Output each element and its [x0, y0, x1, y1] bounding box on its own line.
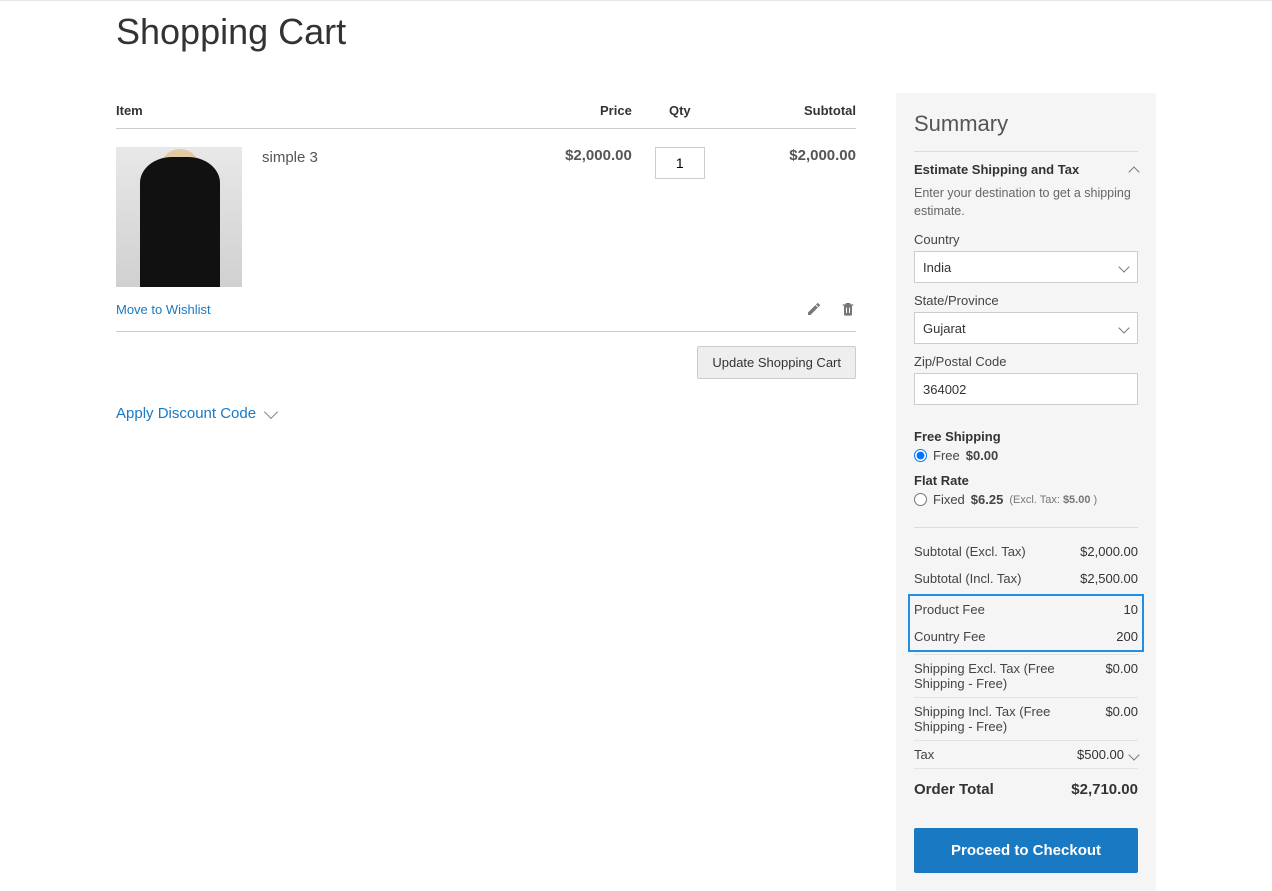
- order-total-label: Order Total: [914, 781, 994, 798]
- summary-title: Summary: [914, 111, 1138, 137]
- chevron-down-icon: [1128, 749, 1139, 760]
- item-price: $2,000.00: [504, 129, 632, 296]
- country-fee-label: Country Fee: [914, 629, 986, 644]
- order-total-value: $2,710.00: [1071, 781, 1138, 798]
- totals-block: Subtotal (Excl. Tax) $2,000.00 Subtotal …: [914, 527, 1138, 810]
- cart-table: Item Price Qty Subtotal simple 3: [116, 93, 856, 295]
- estimate-shipping-label: Estimate Shipping and Tax: [914, 162, 1079, 177]
- subtotal-excl-label: Subtotal (Excl. Tax): [914, 544, 1026, 559]
- page-title: Shopping Cart: [116, 11, 1156, 53]
- zip-input[interactable]: [914, 373, 1138, 405]
- subtotal-incl-label: Subtotal (Incl. Tax): [914, 571, 1021, 586]
- item-subtotal: $2,000.00: [728, 129, 856, 296]
- state-label: State/Province: [914, 293, 1138, 308]
- col-qty: Qty: [632, 93, 728, 129]
- chevron-down-icon: [264, 404, 278, 418]
- product-image[interactable]: [116, 147, 242, 287]
- cart-main: Item Price Qty Subtotal simple 3: [116, 93, 856, 423]
- country-label: Country: [914, 232, 1138, 247]
- proceed-to-checkout-button[interactable]: Proceed to Checkout: [914, 828, 1138, 873]
- free-shipping-radio[interactable]: [914, 449, 927, 462]
- table-row: simple 3 $2,000.00 $2,000.00: [116, 129, 856, 296]
- quantity-input[interactable]: [655, 147, 705, 179]
- apply-discount-label: Apply Discount Code: [116, 405, 256, 422]
- free-shipping-title: Free Shipping: [914, 429, 1138, 444]
- col-item: Item: [116, 93, 504, 129]
- product-name[interactable]: simple 3: [262, 149, 318, 287]
- free-shipping-price: $0.00: [966, 448, 999, 463]
- country-fee-value: 200: [1116, 629, 1138, 644]
- tax-value: $500.00: [1077, 747, 1124, 762]
- flat-rate-price: $6.25: [971, 492, 1004, 507]
- flat-rate-excl-tax: (Excl. Tax: $5.00 ): [1009, 494, 1097, 506]
- ship-excl-value: $0.00: [1105, 661, 1138, 691]
- zip-label: Zip/Postal Code: [914, 354, 1138, 369]
- flat-rate-title: Flat Rate: [914, 473, 1138, 488]
- product-fee-label: Product Fee: [914, 602, 985, 617]
- update-cart-button[interactable]: Update Shopping Cart: [697, 346, 856, 379]
- country-select[interactable]: India: [914, 251, 1138, 283]
- subtotal-incl-value: $2,500.00: [1080, 571, 1138, 586]
- ship-excl-label: Shipping Excl. Tax (Free Shipping - Free…: [914, 661, 1064, 691]
- free-shipping-option[interactable]: Free $0.00: [914, 448, 1138, 463]
- subtotal-excl-value: $2,000.00: [1080, 544, 1138, 559]
- fee-highlight-box: Product Fee 10 Country Fee 200: [908, 594, 1144, 652]
- state-select[interactable]: Gujarat: [914, 312, 1138, 344]
- chevron-up-icon: [1128, 166, 1139, 177]
- col-subtotal: Subtotal: [728, 93, 856, 129]
- tax-row[interactable]: Tax $500.00: [914, 740, 1138, 768]
- move-to-wishlist-link[interactable]: Move to Wishlist: [116, 302, 211, 317]
- tax-label: Tax: [914, 747, 934, 762]
- summary-sidebar: Summary Estimate Shipping and Tax Enter …: [896, 93, 1156, 891]
- estimate-shipping-toggle[interactable]: Estimate Shipping and Tax: [914, 151, 1138, 177]
- edit-icon[interactable]: [806, 301, 822, 317]
- ship-incl-label: Shipping Incl. Tax (Free Shipping - Free…: [914, 704, 1064, 734]
- col-price: Price: [504, 93, 632, 129]
- trash-icon[interactable]: [840, 301, 856, 317]
- apply-discount-toggle[interactable]: Apply Discount Code: [116, 405, 276, 422]
- estimate-description: Enter your destination to get a shipping…: [914, 185, 1138, 220]
- product-fee-value: 10: [1124, 602, 1138, 617]
- ship-incl-value: $0.00: [1105, 704, 1138, 734]
- flat-rate-opt-label: Fixed: [933, 492, 965, 507]
- flat-rate-radio[interactable]: [914, 493, 927, 506]
- free-shipping-opt-label: Free: [933, 448, 960, 463]
- flat-rate-option[interactable]: Fixed $6.25 (Excl. Tax: $5.00 ): [914, 492, 1138, 507]
